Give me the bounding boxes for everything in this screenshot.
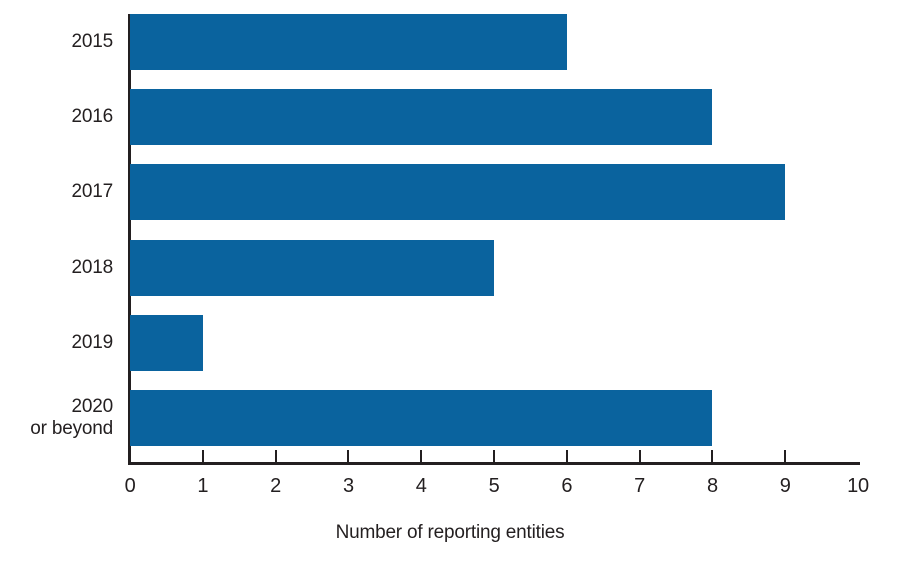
x-axis-tick — [711, 450, 714, 462]
bar — [130, 14, 567, 70]
x-axis-tick — [201, 450, 204, 462]
x-axis-tick-label: 3 — [342, 475, 354, 497]
x-axis-tick — [784, 450, 787, 462]
bar — [130, 239, 494, 296]
x-axis-tick-label: 6 — [561, 475, 573, 497]
x-axis-tick-label: 8 — [706, 475, 718, 497]
x-axis-tick-label: 7 — [634, 475, 645, 497]
x-axis-tick — [420, 450, 423, 462]
category-label: 2018 — [71, 256, 114, 278]
bar — [130, 164, 786, 221]
x-axis-tick-label: 2 — [270, 475, 281, 497]
x-axis-tick-label: 10 — [847, 475, 869, 497]
x-axis-tick-label: 1 — [197, 475, 209, 497]
x-axis-tick — [347, 450, 350, 462]
category-label: 2016 — [71, 106, 114, 128]
category-label: 2017 — [71, 181, 114, 203]
bar-chart-figure: 2015 2016 2017 2018 2019 2020 or beyond 0 1 2 3 4… — [0, 0, 900, 575]
bar — [130, 390, 713, 446]
bar — [130, 89, 713, 146]
bar — [130, 314, 203, 371]
plot-area — [130, 14, 858, 462]
bar-row — [130, 390, 858, 446]
bar-row — [130, 314, 858, 371]
x-axis-tick — [493, 450, 495, 462]
x-axis-tick — [274, 450, 277, 462]
x-axis-tick-label: 9 — [779, 475, 791, 497]
bar-row — [130, 14, 858, 70]
category-label: 2015 — [71, 31, 114, 52]
bar-row — [130, 89, 858, 146]
category-label: 2020 or beyond — [30, 396, 113, 439]
bar-row — [130, 164, 858, 221]
x-axis-tick — [638, 450, 641, 462]
category-label: 2019 — [71, 331, 114, 353]
x-axis-tick-label: 4 — [415, 475, 427, 497]
x-axis-tick-label: 0 — [124, 475, 136, 497]
x-axis-tick — [565, 450, 568, 462]
bar-row — [130, 239, 858, 296]
x-axis-tick-label: 5 — [488, 475, 500, 497]
x-axis-line — [128, 462, 860, 465]
x-axis-title: Number of reporting entities — [335, 522, 565, 543]
